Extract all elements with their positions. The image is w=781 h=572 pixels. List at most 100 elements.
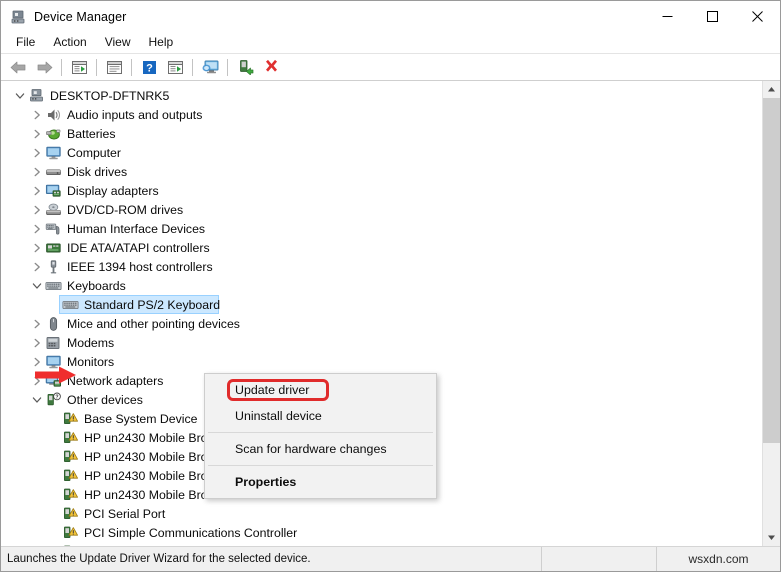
- tree-item[interactable]: DVD/CD-ROM drives: [1, 200, 762, 219]
- device-manager-icon: [10, 9, 26, 25]
- scan-hardware-changes-icon[interactable]: [197, 55, 223, 79]
- tree-item[interactable]: PCI Serial Port: [1, 504, 762, 523]
- context-menu-item-properties[interactable]: Properties: [205, 469, 436, 495]
- toolbar-separator: [61, 58, 62, 76]
- chevron-right-icon[interactable]: [28, 200, 45, 219]
- uninstall-device-icon[interactable]: [258, 55, 284, 79]
- tree-item[interactable]: PCI Simple Communications Controller: [1, 523, 762, 542]
- back-icon[interactable]: [5, 55, 31, 79]
- tree-item[interactable]: Computer: [1, 143, 762, 162]
- tree-item-label: Network adapters: [67, 373, 164, 388]
- tree-item[interactable]: Display adapters: [1, 181, 762, 200]
- context-menu-label: Properties: [235, 475, 297, 489]
- device-tree-area: DESKTOP-DFTNRK5 Audio inputs and outputs B…: [1, 81, 780, 546]
- toolbar-separator: [96, 58, 97, 76]
- context-menu[interactable]: Update driver Uninstall device Scan for …: [204, 373, 437, 499]
- chevron-down-icon[interactable]: [11, 86, 28, 105]
- context-menu-item-uninstall-device[interactable]: Uninstall device: [205, 403, 436, 429]
- computer-root-icon: [28, 88, 45, 104]
- monitor-icon: [45, 145, 62, 161]
- help-icon[interactable]: ?: [136, 55, 162, 79]
- menu-view[interactable]: View: [96, 33, 140, 53]
- toolbar: ?: [1, 54, 780, 81]
- hid-icon: [45, 221, 62, 237]
- show-hidden-devices-icon[interactable]: [66, 55, 92, 79]
- svg-text:?: ?: [146, 62, 153, 74]
- tree-item[interactable]: Keyboards: [1, 276, 762, 295]
- chevron-right-icon[interactable]: [28, 257, 45, 276]
- chevron-right-icon[interactable]: [28, 219, 45, 238]
- chevron-down-icon[interactable]: [28, 276, 45, 295]
- chevron-right-icon[interactable]: [28, 314, 45, 333]
- status-middle-pane: [542, 547, 657, 571]
- context-menu-label: Update driver: [235, 383, 310, 397]
- tree-item[interactable]: Batteries: [1, 124, 762, 143]
- tree-item[interactable]: IDE ATA/ATAPI controllers: [1, 238, 762, 257]
- tree-item[interactable]: IEEE 1394 host controllers: [1, 257, 762, 276]
- keyboard-icon: [62, 297, 79, 313]
- tree-item-label: Display adapters: [67, 183, 159, 198]
- status-message: Launches the Update Driver Wizard for th…: [1, 547, 542, 571]
- chevron-right-icon[interactable]: [28, 333, 45, 352]
- tree-item-label: Other devices: [67, 392, 143, 407]
- tree-item-label: Keyboards: [67, 278, 126, 293]
- menu-action[interactable]: Action: [44, 33, 95, 53]
- red-arrow-pointer-annotation: [35, 365, 77, 385]
- tree-item[interactable]: Disk drives: [1, 162, 762, 181]
- context-menu-item-update-driver[interactable]: Update driver: [205, 377, 436, 403]
- other-device-icon: ?: [45, 392, 62, 408]
- chevron-right-icon[interactable]: [28, 124, 45, 143]
- toolbar-separator: [192, 58, 193, 76]
- chevron-right-icon[interactable]: [28, 181, 45, 200]
- warning-device-icon: [62, 506, 79, 522]
- menu-file[interactable]: File: [7, 33, 44, 53]
- keyboard-icon: [45, 278, 62, 294]
- tree-item-label: Mice and other pointing devices: [67, 316, 240, 331]
- tree-item[interactable]: Human Interface Devices: [1, 219, 762, 238]
- update-driver-icon[interactable]: [162, 55, 188, 79]
- forward-icon[interactable]: [31, 55, 57, 79]
- chevron-down-icon[interactable]: [28, 390, 45, 409]
- menu-bar: File Action View Help: [1, 32, 780, 54]
- scroll-up-arrow-icon[interactable]: [763, 81, 780, 98]
- tree-item[interactable]: DESKTOP-DFTNRK5: [1, 86, 762, 105]
- watermark-label: wsxdn.com: [688, 552, 749, 566]
- properties-icon[interactable]: [101, 55, 127, 79]
- tree-item-label: Human Interface Devices: [67, 221, 206, 236]
- chevron-right-icon[interactable]: [28, 105, 45, 124]
- scroll-down-arrow-icon[interactable]: [763, 529, 780, 546]
- tree-item[interactable]: Unknown device: [1, 542, 762, 546]
- chevron-right-icon[interactable]: [28, 238, 45, 257]
- warning-device-icon: [62, 411, 79, 427]
- vertical-scrollbar[interactable]: [762, 81, 780, 546]
- scrollbar-thumb[interactable]: [763, 98, 780, 443]
- warning-device-icon: [62, 525, 79, 541]
- tree-item-selected[interactable]: Standard PS/2 Keyboard: [1, 295, 762, 314]
- tree-item[interactable]: Modems: [1, 333, 762, 352]
- tree-item-label: IEEE 1394 host controllers: [67, 259, 213, 274]
- menu-help[interactable]: Help: [140, 33, 183, 53]
- close-button[interactable]: [735, 1, 780, 32]
- update-driver-green-icon[interactable]: [232, 55, 258, 79]
- mouse-icon: [45, 316, 62, 332]
- tree-item-label: DVD/CD-ROM drives: [67, 202, 184, 217]
- tree-item[interactable]: Mice and other pointing devices: [1, 314, 762, 333]
- tree-item[interactable]: Monitors: [1, 352, 762, 371]
- minimize-button[interactable]: [645, 1, 690, 32]
- modem-icon: [45, 335, 62, 351]
- tree-item-label: PCI Serial Port: [84, 506, 166, 521]
- chevron-right-icon[interactable]: [28, 143, 45, 162]
- disk-drive-icon: [45, 164, 62, 180]
- ide-controller-icon: [45, 240, 62, 256]
- chevron-right-icon[interactable]: [28, 162, 45, 181]
- maximize-button[interactable]: [690, 1, 735, 32]
- warning-device-icon: [62, 468, 79, 484]
- window-title: Device Manager: [34, 9, 127, 24]
- context-menu-item-scan-hardware-changes[interactable]: Scan for hardware changes: [205, 436, 436, 462]
- warning-device-icon: [62, 449, 79, 465]
- display-adapter-icon: [45, 183, 62, 199]
- tree-item[interactable]: Audio inputs and outputs: [1, 105, 762, 124]
